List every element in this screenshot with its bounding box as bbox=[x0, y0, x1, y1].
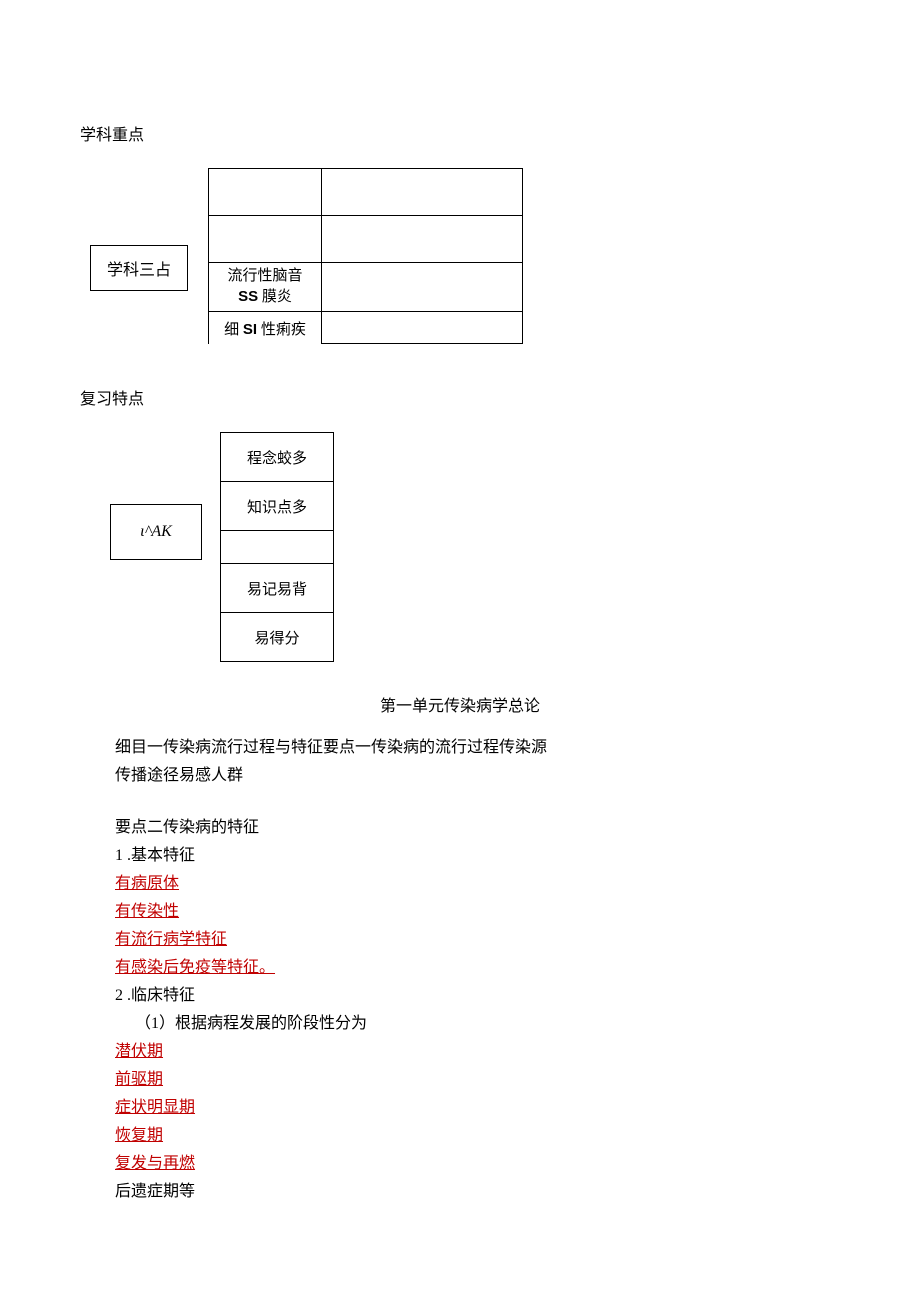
item2: 2 .临床特征 bbox=[115, 984, 840, 1008]
section-title-1: 学科重点 bbox=[80, 124, 840, 148]
table1-r2c1-l1: 流行性脑音 bbox=[227, 267, 302, 287]
content-block: 细目一传染病流行过程与特征要点一传染病的流行过程传染源 传播途径易感人群 要点二… bbox=[115, 736, 840, 1204]
table-2: ι^AK 程念蛟多 知识点多 易记易背 易得分 bbox=[110, 432, 840, 662]
table1-r3c1: 细 SI 性痢疾 bbox=[208, 311, 322, 344]
red-link-2[interactable]: 有传染性 bbox=[115, 903, 179, 920]
table1-r1c1 bbox=[208, 215, 322, 262]
table1-r2c1-l2: SS 膜炎 bbox=[238, 287, 292, 308]
table2-cell-2 bbox=[220, 530, 334, 563]
item2-sub: （1）根据病程发展的阶段性分为 bbox=[135, 1012, 840, 1036]
sec2-heading: 要点二传染病的特征 bbox=[115, 816, 840, 840]
unit-title: 第一单元传染病学总论 bbox=[80, 692, 840, 716]
table2-left-label: ι^AK bbox=[110, 504, 202, 560]
table1-r1c2 bbox=[322, 215, 523, 262]
tail-line: 后遗症期等 bbox=[115, 1180, 840, 1204]
table1-r3c2 bbox=[322, 311, 523, 344]
table1-r2c1: 流行性脑音 SS 膜炎 bbox=[208, 262, 322, 311]
red-link-4[interactable]: 有感染后免疫等特征。 bbox=[115, 959, 275, 976]
table2-cell-1: 知识点多 bbox=[220, 481, 334, 530]
para1-line1: 细目一传染病流行过程与特征要点一传染病的流行过程传染源 bbox=[115, 736, 840, 760]
red-link-5[interactable]: 潜伏期 bbox=[115, 1043, 163, 1060]
section-title-2: 复习特点 bbox=[80, 388, 840, 412]
table1-r0c1 bbox=[208, 168, 322, 215]
red-link-8[interactable]: 恢复期 bbox=[115, 1127, 163, 1144]
red-link-3[interactable]: 有流行病学特征 bbox=[115, 931, 227, 948]
table2-cell-3: 易记易背 bbox=[220, 563, 334, 612]
table1-r2c2 bbox=[322, 262, 523, 311]
red-link-9[interactable]: 复发与再燃 bbox=[115, 1155, 195, 1172]
table1-r0c2 bbox=[322, 168, 523, 215]
red-link-7[interactable]: 症状明显期 bbox=[115, 1099, 195, 1116]
table-1: 学科三占 流行性脑音 SS 膜炎 细 SI 性痢疾 bbox=[90, 168, 840, 368]
table1-left-label: 学科三占 bbox=[90, 245, 188, 291]
table2-cell-4: 易得分 bbox=[220, 612, 334, 662]
item1: 1 .基本特征 bbox=[115, 844, 840, 868]
table2-cell-0: 程念蛟多 bbox=[220, 432, 334, 481]
para1-line2: 传播途径易感人群 bbox=[115, 764, 840, 788]
red-link-1[interactable]: 有病原体 bbox=[115, 875, 179, 892]
red-link-6[interactable]: 前驱期 bbox=[115, 1071, 163, 1088]
